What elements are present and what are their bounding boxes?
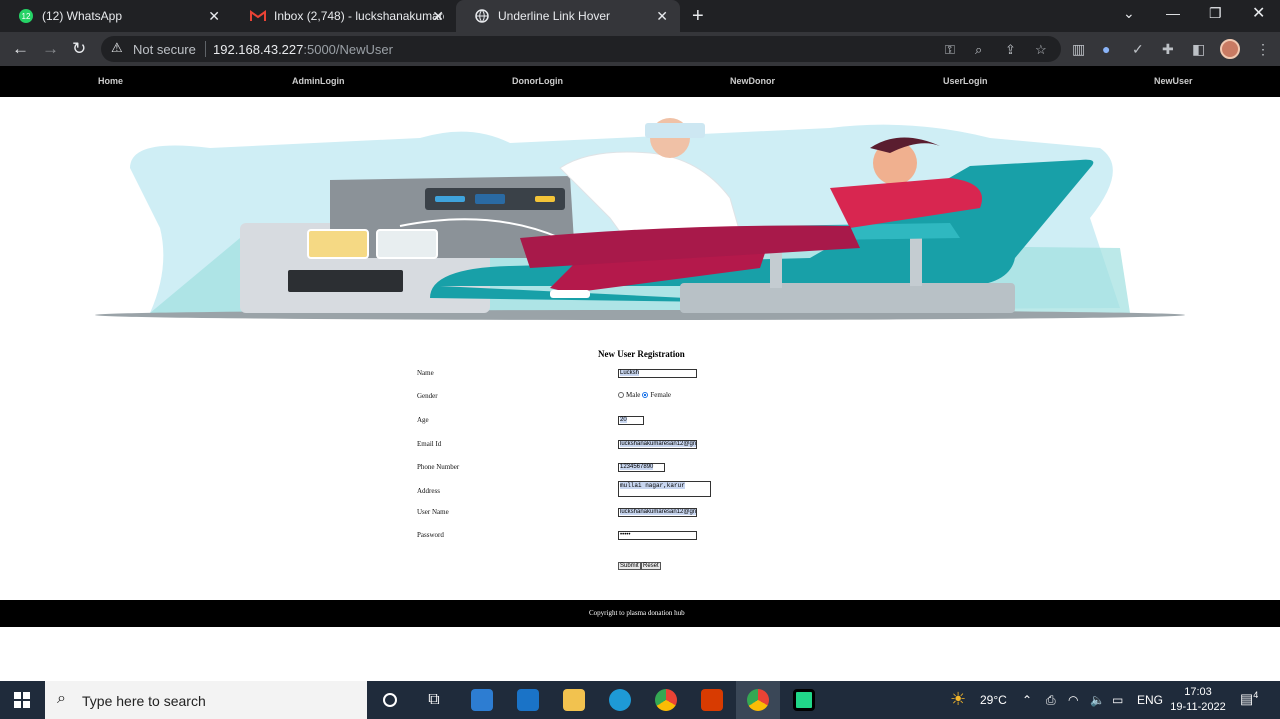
gender-group: Male Female — [618, 391, 671, 399]
nav-adminlogin[interactable]: AdminLogin — [292, 76, 345, 86]
restore-button[interactable]: ❐ — [1209, 5, 1222, 22]
search-placeholder: Type here to search — [82, 693, 206, 709]
tab-whatsapp[interactable]: 12 (12) WhatsApp ✕ — [0, 0, 232, 32]
divider — [205, 41, 206, 57]
wifi-icon[interactable]: ◠ — [1068, 693, 1078, 707]
weather-temp[interactable]: 29°C — [980, 693, 1007, 707]
minimize-button[interactable]: — — [1166, 5, 1180, 21]
chrome-profile-icon[interactable] — [736, 681, 780, 719]
task-view-icon[interactable]: ⧉ — [412, 681, 456, 719]
tab-title: (12) WhatsApp — [42, 9, 123, 23]
name-label: Name — [417, 369, 434, 377]
language-indicator[interactable]: ENG — [1137, 693, 1163, 707]
email-label: Email Id — [417, 440, 442, 448]
url-text[interactable]: 192.168.43.227:5000/NewUser — [213, 42, 393, 57]
username-field[interactable]: luckshanakumaresan12@gn — [618, 508, 697, 517]
password-label: Password — [417, 531, 444, 539]
gender-female-label: Female — [650, 391, 671, 399]
taskbar: ⌕ Type here to search ⧉ ☀ 29°C ⌃ ⎙ ◠ 🔈 ▭… — [0, 681, 1280, 719]
phone-label: Phone Number — [417, 463, 460, 471]
avatar[interactable] — [1220, 39, 1240, 59]
store-icon[interactable] — [460, 681, 504, 719]
footer-text: Copyright to plasma donation hub — [589, 609, 685, 617]
form-title: New User Registration — [598, 349, 685, 359]
weather-icon[interactable]: ☀ — [950, 689, 966, 710]
notification-icon[interactable]: ▤4 — [1240, 690, 1258, 708]
meet-icon[interactable]: ⎙ — [1046, 693, 1056, 708]
close-icon[interactable]: ✕ — [432, 8, 444, 25]
battery-icon[interactable]: ▭ — [1112, 693, 1123, 707]
clock-time: 17:03 — [1184, 686, 1212, 698]
clock[interactable]: 17:03 19-11-2022 — [1168, 685, 1228, 715]
mail-icon[interactable] — [506, 681, 550, 719]
gender-label: Gender — [417, 392, 438, 400]
office-icon[interactable] — [690, 681, 734, 719]
key-icon[interactable]: ⚿ — [945, 42, 955, 58]
sidepanel-icon[interactable]: ◧ — [1192, 41, 1205, 58]
pycharm-icon[interactable] — [782, 681, 826, 719]
close-icon[interactable]: ✕ — [656, 8, 668, 25]
age-label: Age — [417, 416, 429, 424]
globe-icon — [474, 8, 490, 24]
security-status[interactable]: Not secure — [133, 42, 196, 57]
tab-search-icon[interactable]: ⌄ — [1123, 5, 1135, 22]
close-icon[interactable]: ✕ — [208, 8, 220, 25]
name-field[interactable]: Lucksh — [618, 369, 697, 378]
extension-cursor-icon[interactable]: ● — [1102, 41, 1110, 57]
address-label: Address — [417, 487, 440, 495]
chevron-up-icon[interactable]: ⌃ — [1022, 693, 1032, 707]
menu-icon[interactable]: ⋮ — [1256, 41, 1270, 58]
nav-userlogin[interactable]: UserLogin — [943, 76, 988, 86]
submit-button[interactable]: Submit — [618, 562, 641, 570]
nav-home[interactable]: Home — [98, 76, 123, 86]
taskbar-search[interactable]: ⌕ Type here to search — [45, 681, 367, 719]
site-nav: Home AdminLogin DonorLogin NewDonor User… — [0, 66, 1280, 97]
svg-text:12: 12 — [22, 12, 31, 21]
share-icon[interactable]: ⇪ — [1005, 42, 1016, 58]
zoom-icon[interactable]: ⌕ — [975, 42, 982, 58]
chrome-icon[interactable] — [644, 681, 688, 719]
tab-underline-link-hover[interactable]: Underline Link Hover ✕ — [456, 0, 680, 32]
age-field[interactable]: 20 — [618, 416, 644, 425]
browser-tab-bar: 12 (12) WhatsApp ✕ Inbox (2,748) - lucks… — [0, 0, 1280, 32]
close-window-button[interactable]: ✕ — [1252, 3, 1265, 23]
reset-button[interactable]: Reset — [641, 562, 661, 570]
windows-start-icon[interactable] — [14, 692, 30, 708]
nav-donorlogin[interactable]: DonorLogin — [512, 76, 563, 86]
username-label: User Name — [417, 508, 449, 516]
hero-illustration — [95, 118, 1185, 320]
gender-male-radio[interactable] — [618, 392, 624, 398]
search-icon: ⌕ — [57, 690, 66, 707]
extension-check-icon[interactable]: ✓ — [1132, 41, 1144, 58]
cortana-icon[interactable] — [368, 681, 412, 719]
tab-gmail[interactable]: Inbox (2,748) - luckshanakumaresan12@gma… — [232, 0, 456, 32]
file-explorer-icon[interactable] — [552, 681, 596, 719]
gender-female-radio[interactable] — [642, 392, 649, 398]
nav-newdonor[interactable]: NewDonor — [730, 76, 775, 86]
forward-icon[interactable]: → — [42, 39, 59, 59]
extension-chart-icon[interactable]: ▥ — [1072, 41, 1085, 58]
volume-icon[interactable]: 🔈 — [1090, 693, 1105, 707]
reload-icon[interactable]: ↻ — [72, 39, 86, 59]
warning-icon: ⚠ — [111, 40, 123, 55]
whatsapp-icon: 12 — [18, 8, 34, 24]
address-textarea[interactable]: mullai nagar,karur — [618, 481, 711, 497]
password-field[interactable]: ••••• — [618, 531, 697, 540]
browser-toolbar: ← → ↻ ⚠ Not secure 192.168.43.227:5000/N… — [0, 32, 1280, 66]
puzzle-icon[interactable]: ✚ — [1162, 41, 1174, 58]
clock-date: 19-11-2022 — [1170, 701, 1226, 713]
star-icon[interactable]: ☆ — [1035, 42, 1047, 58]
footer: Copyright to plasma donation hub — [0, 600, 1280, 627]
phone-field[interactable]: 1234567890 — [618, 463, 665, 472]
gender-male-label: Male — [626, 391, 641, 399]
email-field[interactable]: luckshanakumaresan12@gn — [618, 440, 697, 449]
nav-newuser[interactable]: NewUser — [1154, 76, 1193, 86]
address-bar[interactable]: ⚠ Not secure 192.168.43.227:5000/NewUser… — [101, 36, 1061, 62]
tab-title: Inbox (2,748) - luckshanakumaresan12@gma… — [274, 9, 444, 23]
back-icon[interactable]: ← — [12, 39, 29, 59]
edge-icon[interactable] — [598, 681, 642, 719]
new-tab-button[interactable]: + — [692, 5, 704, 28]
tab-title: Underline Link Hover — [498, 9, 611, 23]
gmail-icon — [250, 8, 266, 24]
